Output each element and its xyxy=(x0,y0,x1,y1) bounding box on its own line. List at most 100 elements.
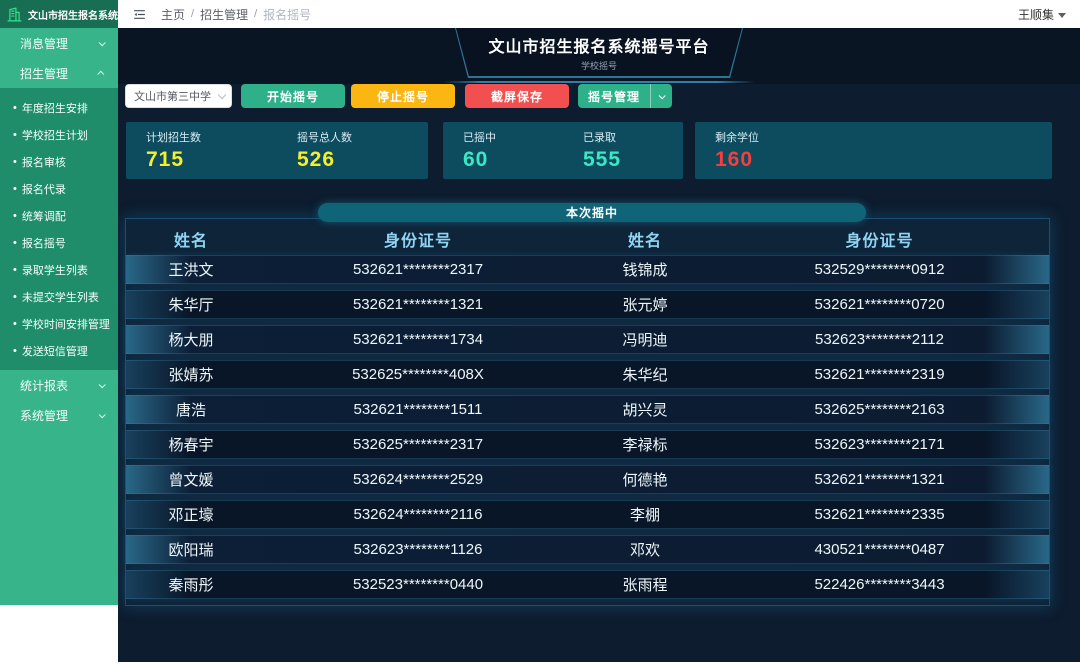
stat-label: 计划招生数 xyxy=(146,129,277,145)
breadcrumb-separator: / xyxy=(254,8,257,20)
sidebar-section-2[interactable]: 统计报表 xyxy=(0,370,118,400)
student-id: 532621********1511 xyxy=(256,401,580,418)
student-name: 邓正壕 xyxy=(126,504,256,525)
building-icon xyxy=(6,6,23,23)
sidebar-item-2[interactable]: •报名审核 xyxy=(0,148,118,175)
stats-row: 计划招生数715摇号总人数526已摇中60已录取555剩余学位160 xyxy=(118,122,1080,179)
student-name: 杨春宇 xyxy=(126,434,256,455)
student-name: 曾文媛 xyxy=(126,469,256,490)
sidebar-item-label: 录取学生列表 xyxy=(22,262,88,278)
sidebar-item-label: 年度招生安排 xyxy=(22,100,88,116)
sidebar-item-3[interactable]: • 报名代录 xyxy=(0,175,118,202)
student-id: 532621********0720 xyxy=(710,296,1049,313)
user-menu[interactable]: 王顺集 xyxy=(1018,6,1066,23)
sidebar-item-8[interactable]: • 学校时间安排管理 xyxy=(0,310,118,337)
table-row: 杨大朋532621********1734冯明迪532623********21… xyxy=(126,325,1049,354)
table-title: 本次摇中 xyxy=(566,204,618,221)
chevron-up-icon xyxy=(97,70,104,77)
student-name: 李棚 xyxy=(580,504,710,525)
sidebar-item-0[interactable]: • 年度招生安排 xyxy=(0,94,118,121)
table-row: 欧阳瑞532623********1126邓欢430521********048… xyxy=(126,535,1049,564)
breadcrumb-separator: / xyxy=(191,8,194,20)
sidebar-item-1[interactable]: •学校招生计划 xyxy=(0,121,118,148)
chevron-down-icon xyxy=(1058,13,1066,18)
student-name: 张婧苏 xyxy=(126,364,256,385)
sidebar-item-label: 发送短信管理 xyxy=(22,343,88,359)
school-select[interactable]: 文山市第三中学 xyxy=(125,84,232,108)
student-name: 王洪文 xyxy=(126,259,256,280)
student-id: 532623********2171 xyxy=(710,436,1049,453)
stat-label: 已摇中 xyxy=(463,129,563,145)
stat-item: 剩余学位160 xyxy=(695,129,1052,172)
student-id: 532621********1321 xyxy=(256,296,580,313)
screenshot-save-button[interactable]: 截屏保存 xyxy=(465,84,569,108)
bullet-icon: • xyxy=(13,156,17,168)
sidebar-item-9[interactable]: • 发送短信管理 xyxy=(0,337,118,364)
platform-title: 文山市招生报名系统摇号平台 xyxy=(488,33,709,57)
sidebar-item-5[interactable]: •报名摇号 xyxy=(0,229,118,256)
student-name: 张雨程 xyxy=(580,574,710,595)
topbar: 主页 / 招生管理 / 报名摇号 王顺集 xyxy=(118,0,1080,28)
table-row: 杨春宇532625********2317李禄标532623********21… xyxy=(126,430,1049,459)
sidebar-item-label: 学校时间安排管理 xyxy=(22,316,110,332)
breadcrumb-item-2: 报名摇号 xyxy=(263,6,311,23)
bullet-icon: • xyxy=(13,318,17,330)
student-id: 532625********2163 xyxy=(710,401,1049,418)
bullet-icon: • xyxy=(13,345,17,357)
sidebar: 文山市招生报名系统 消息管理招生管理•年度招生安排•学校招生计划•报名审核•报名… xyxy=(0,0,118,605)
fold-menu-icon[interactable] xyxy=(132,8,147,21)
app-logo[interactable]: 文山市招生报名系统 xyxy=(0,0,118,28)
sidebar-item-7[interactable]: •未提交学生列表 xyxy=(0,283,118,310)
lottery-table: 姓名身份证号姓名身份证号 王洪文532621********2317钱锦成532… xyxy=(125,218,1050,606)
sidebar-section-label: 招生管理 xyxy=(20,65,99,82)
bullet-icon: • xyxy=(13,102,17,114)
stat-item: 已录取 555 xyxy=(563,129,683,172)
bullet-icon: • xyxy=(13,183,17,195)
student-name: 杨大朋 xyxy=(126,329,256,350)
column-header-1: 身份证号 xyxy=(256,227,580,251)
table-row: 唐浩532621********1511胡兴灵532625********216… xyxy=(126,395,1049,424)
student-id: 532624********2529 xyxy=(256,471,580,488)
sidebar-item-label: 报名摇号 xyxy=(22,235,66,251)
table-row: 秦雨彤532523********0440张雨程522426********34… xyxy=(126,570,1049,599)
stat-label: 已录取 xyxy=(583,129,683,145)
stat-card-2: 剩余学位160 xyxy=(695,122,1052,179)
start-lottery-button[interactable]: 开始摇号 xyxy=(241,84,345,108)
column-header-2: 姓名 xyxy=(580,227,710,251)
table-title-pill: 本次摇中 xyxy=(318,203,866,222)
sidebar-section-1[interactable]: 招生管理 xyxy=(0,58,118,88)
student-id: 532621********1734 xyxy=(256,331,580,348)
stat-value: 60 xyxy=(463,148,563,172)
breadcrumb: 主页 / 招生管理 / 报名摇号 xyxy=(161,6,311,23)
sidebar-section-0[interactable]: 消息管理 xyxy=(0,28,118,58)
sidebar-section-label: 统计报表 xyxy=(20,377,99,394)
sidebar-section-3[interactable]: 系统管理 xyxy=(0,400,118,430)
student-name: 唐浩 xyxy=(126,399,256,420)
platform-subtitle: 学校摇号 xyxy=(581,59,617,72)
sidebar-item-label: 报名代录 xyxy=(22,181,66,197)
sidebar-item-4[interactable]: •统筹调配 xyxy=(0,202,118,229)
lottery-manage-button[interactable]: 摇号管理 xyxy=(578,84,672,108)
student-id: 532523********0440 xyxy=(256,576,580,593)
stat-item: 计划招生数 715 xyxy=(126,129,277,172)
breadcrumb-item-1[interactable]: 招生管理 xyxy=(200,6,248,23)
student-name: 张元婷 xyxy=(580,294,710,315)
chevron-down-icon xyxy=(99,411,106,418)
stop-lottery-button[interactable]: 停止摇号 xyxy=(351,84,455,108)
bullet-icon: • xyxy=(13,210,17,222)
platform-banner: 文山市招生报名系统摇号平台 学校摇号 xyxy=(455,28,743,78)
table-row: 朱华厅532621********1321张元婷532621********07… xyxy=(126,290,1049,319)
controls-row: 文山市第三中学 开始摇号停止摇号截屏保存摇号管理 xyxy=(118,84,1080,108)
stat-value: 555 xyxy=(583,148,683,172)
stat-value: 715 xyxy=(146,148,277,172)
student-id: 532621********2335 xyxy=(710,506,1049,523)
breadcrumb-item-0[interactable]: 主页 xyxy=(161,6,185,23)
sidebar-menu: 消息管理招生管理•年度招生安排•学校招生计划•报名审核•报名代录•统筹调配•报名… xyxy=(0,28,118,430)
sidebar-item-6[interactable]: •录取学生列表 xyxy=(0,256,118,283)
user-name: 王顺集 xyxy=(1018,6,1054,23)
student-id: 532621********2319 xyxy=(710,366,1049,383)
chevron-down-icon xyxy=(99,39,106,46)
column-header-0: 姓名 xyxy=(126,227,256,251)
lottery-manage-dropdown[interactable] xyxy=(650,84,672,108)
student-name: 欧阳瑞 xyxy=(126,539,256,560)
